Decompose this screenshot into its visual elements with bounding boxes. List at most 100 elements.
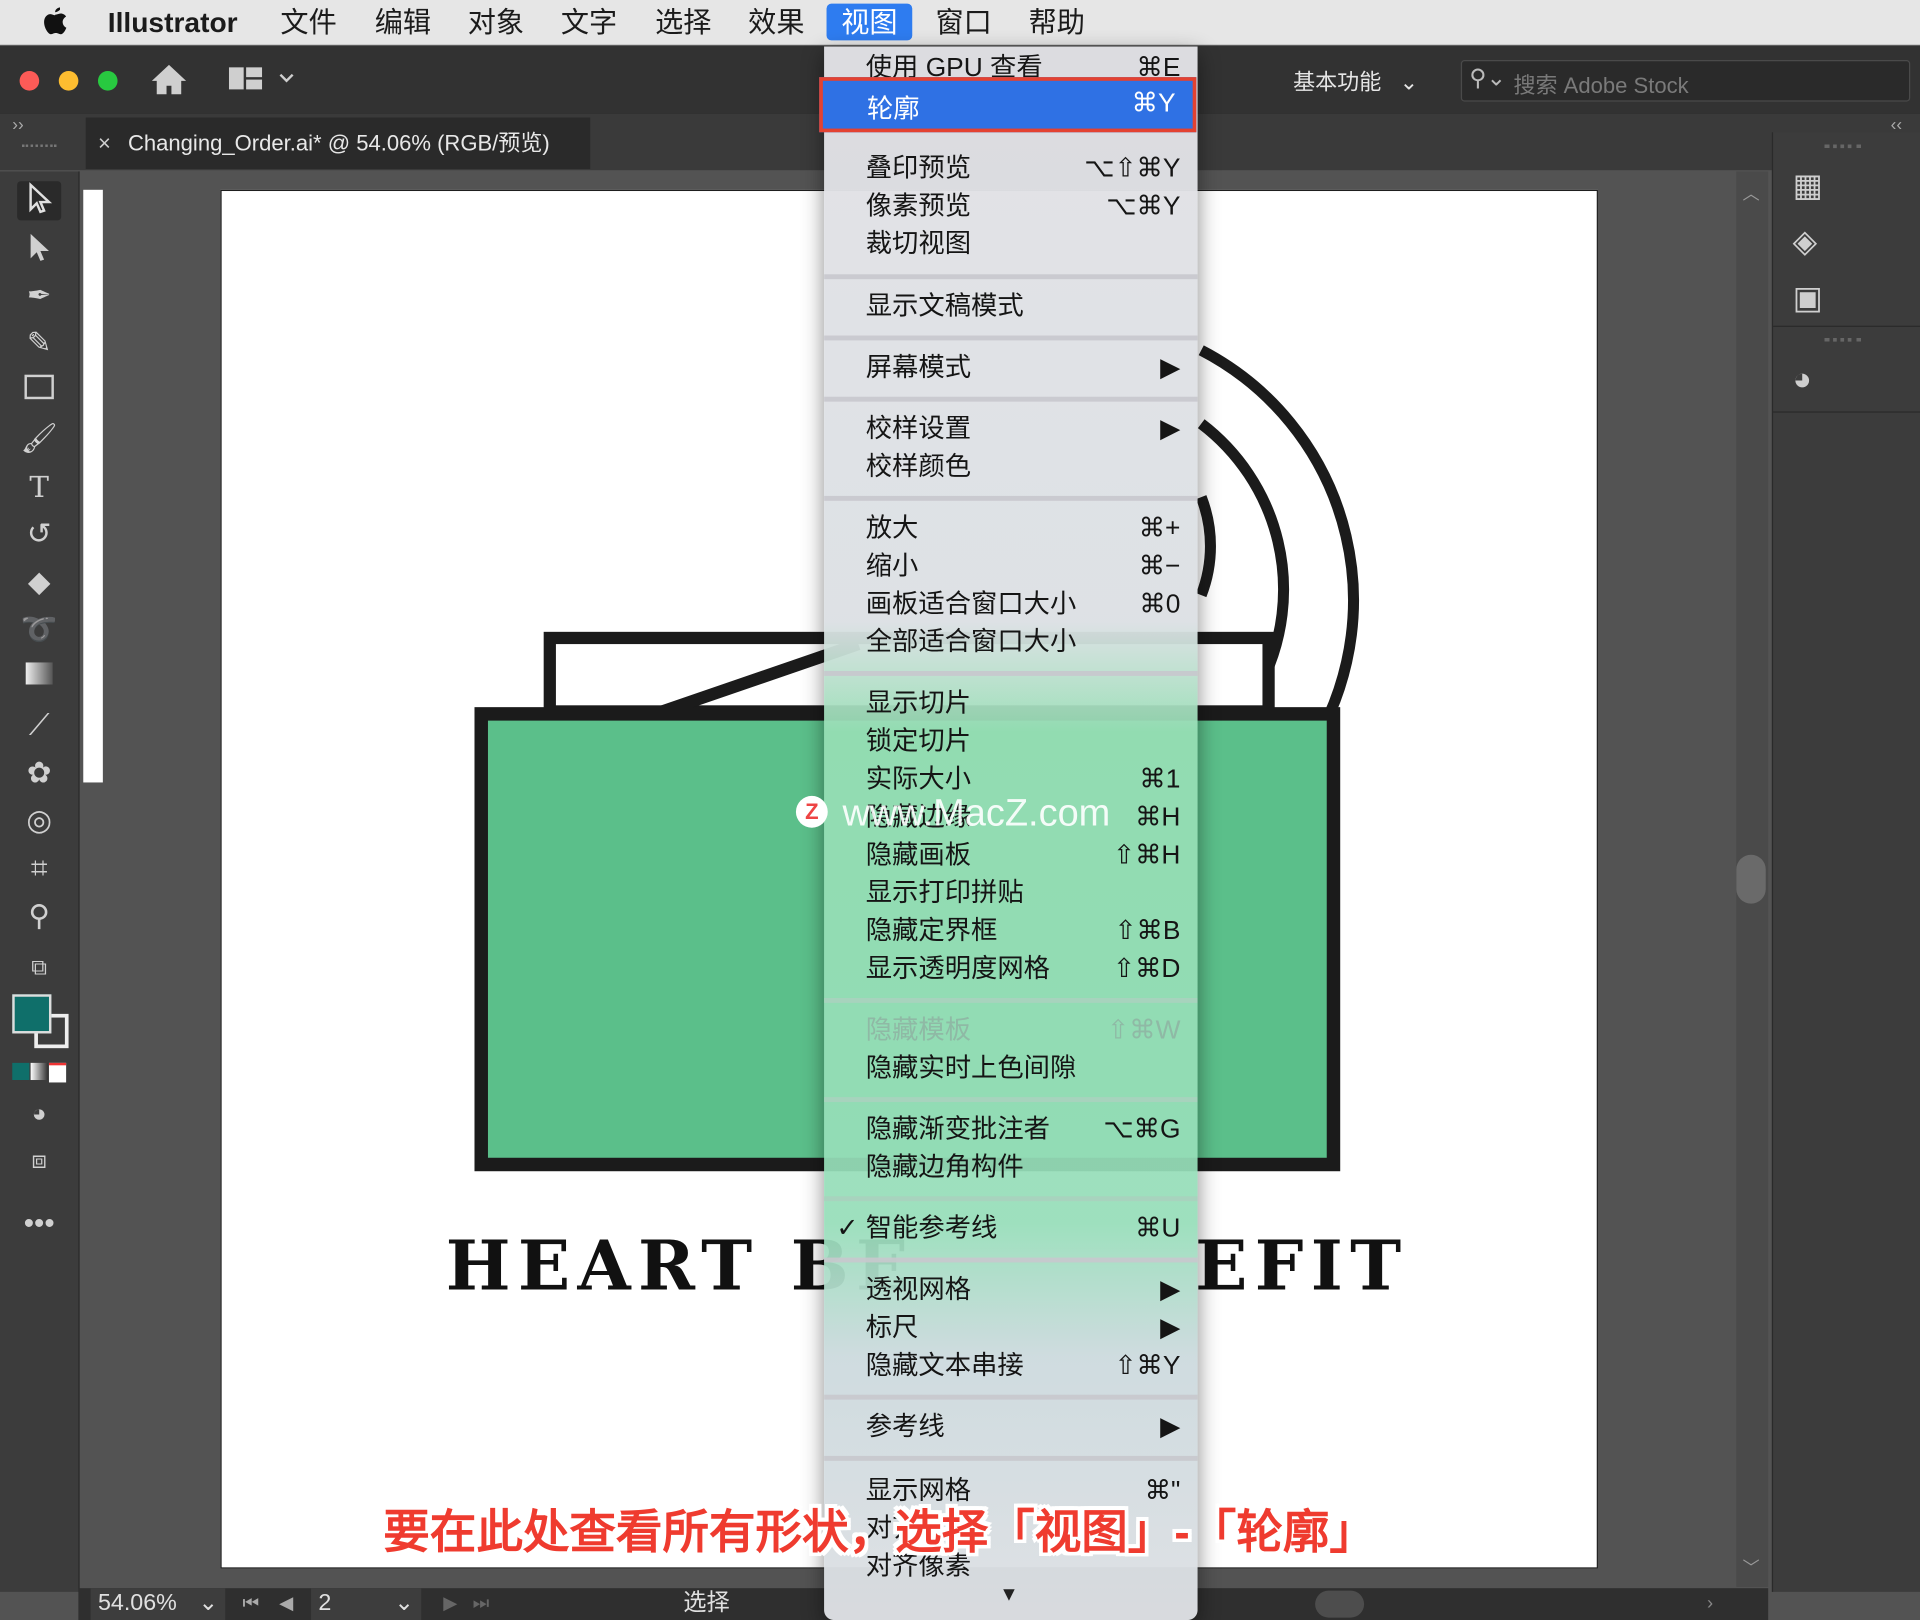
menu-item-lock-slices[interactable]: 锁定切片: [824, 722, 1197, 760]
previous-artboard-icon[interactable]: ◀: [279, 1588, 293, 1620]
menu-item-fit-all[interactable]: 全部适合窗口大小: [824, 623, 1197, 661]
zoom-window-button[interactable]: [97, 71, 118, 91]
workspace-switcher[interactable]: 基本功能 ⌄: [1293, 65, 1418, 97]
menu-item-label: 叠印预览: [865, 153, 972, 183]
eyedropper-tool-icon[interactable]: ⟋: [17, 707, 61, 746]
type-tool-icon[interactable]: T: [17, 468, 61, 507]
zoom-value: 54.06%: [97, 1590, 177, 1617]
menu-help[interactable]: 帮助: [1019, 4, 1095, 41]
menu-item-hide-live-paint-gaps[interactable]: 隐藏实时上色间隙: [824, 1049, 1197, 1087]
menu-item-show-slices[interactable]: 显示切片: [824, 684, 1197, 722]
menu-item-label: 校样设置: [865, 413, 972, 444]
menu-item-overprint-preview[interactable]: 叠印预览 ⌥⇧⌘Y: [824, 149, 1197, 187]
menu-item-label: 参考线: [865, 1411, 945, 1442]
menu-item-hide-text-threads[interactable]: 隐藏文本串接 ⇧⌘Y: [824, 1347, 1197, 1385]
menu-item-outline[interactable]: 轮廓 ⌘Y: [819, 77, 1197, 133]
expand-panels-icon[interactable]: ››: [12, 114, 23, 134]
screen-mode-icon[interactable]: ⧈: [17, 1141, 61, 1180]
menu-item-label: 显示打印拼贴: [865, 877, 1024, 908]
menu-scroll-arrow-icon[interactable]: ▼: [999, 1585, 1018, 1607]
home-icon[interactable]: [149, 62, 188, 102]
menu-item-pixel-preview[interactable]: 像素预览 ⌥⌘Y: [824, 187, 1197, 225]
libraries-panel-icon[interactable]: ▣: [1793, 279, 1823, 317]
tools-panel: ✒ ✎ 🖌 T ↺ ◆ ➰ ⟋ ✿ ◎ ⌗ ⚲ ⧉ ⤺ ◕ ⧈ •••: [0, 144, 80, 1592]
rectangle-tool-icon[interactable]: [17, 372, 61, 411]
current-tool-label: 选择: [683, 1590, 730, 1617]
swap-fill-stroke-icon[interactable]: ⧉ ⤺: [17, 948, 61, 1019]
arrange-documents-icon[interactable]: [228, 65, 301, 101]
curvature-tool-icon[interactable]: ✎: [17, 324, 61, 363]
zoom-field[interactable]: 54.06% ⌄: [90, 1588, 226, 1620]
shape-builder-tool-icon[interactable]: ◎: [17, 802, 61, 841]
last-artboard-icon[interactable]: ⏭: [473, 1588, 490, 1620]
scroll-up-icon[interactable]: ︿: [1742, 181, 1759, 205]
menu-edit[interactable]: 编辑: [365, 4, 441, 41]
first-artboard-icon[interactable]: ⏮: [242, 1588, 259, 1620]
fill-swatch[interactable]: [12, 994, 52, 1034]
menu-object[interactable]: 对象: [458, 4, 534, 41]
zoom-tool-icon[interactable]: ⚲: [17, 898, 61, 937]
close-tab-icon[interactable]: ×: [98, 131, 111, 155]
menu-effect[interactable]: 效果: [738, 4, 814, 41]
menu-item-smart-guides[interactable]: ✓ 智能参考线 ⌘U: [824, 1210, 1197, 1248]
menu-item-trim-view[interactable]: 裁切视图: [824, 225, 1197, 263]
menu-app-name[interactable]: Illustrator: [98, 4, 247, 41]
menu-item-hide-artboards[interactable]: 隐藏画板 ⇧⌘H: [824, 836, 1197, 874]
artboard-tool-icon[interactable]: ⌗: [17, 850, 61, 889]
eraser-tool-icon[interactable]: ◆: [17, 563, 61, 602]
panel-grip: [1824, 337, 1862, 342]
stock-search-field[interactable]: ⚲⌄ 搜索 Adobe Stock: [1460, 60, 1911, 102]
menu-item-show-transparency-grid[interactable]: 显示透明度网格 ⇧⌘D: [824, 950, 1197, 988]
menu-item-label: 显示文稿模式: [865, 291, 1024, 321]
menu-item-proof-colors[interactable]: 校样颜色: [824, 448, 1197, 486]
scroll-right-icon[interactable]: ›: [1707, 1588, 1713, 1620]
menu-item-zoom-out[interactable]: 缩小 ⌘−: [824, 547, 1197, 585]
layers-panel-icon[interactable]: ◈: [1793, 223, 1817, 261]
menu-window[interactable]: 窗口: [926, 4, 1002, 41]
color-mode-buttons[interactable]: [12, 1062, 67, 1083]
collapse-panels-icon[interactable]: ‹‹: [1891, 114, 1902, 134]
watermark-logo: Z: [795, 795, 828, 828]
fill-stroke-swatches[interactable]: [12, 994, 69, 1050]
artboard-number-field[interactable]: 2 ⌄: [311, 1588, 422, 1620]
menu-item-hide-gradient-annotator[interactable]: 隐藏渐变批注者 ⌥⌘G: [824, 1111, 1197, 1149]
next-artboard-icon[interactable]: ▶: [443, 1588, 457, 1620]
menu-item-label: 智能参考线: [865, 1213, 998, 1243]
menu-item-show-print-tiling[interactable]: 显示打印拼贴: [824, 874, 1197, 912]
menu-item-perspective-grid[interactable]: 透视网格 ▶: [824, 1271, 1197, 1309]
menu-type[interactable]: 文字: [551, 4, 627, 41]
gradient-tool-icon[interactable]: [17, 659, 61, 698]
horizontal-scroll-thumb[interactable]: [1315, 1590, 1365, 1618]
menu-item-hide-template: 隐藏模板 ⇧⌘W: [824, 1011, 1197, 1049]
menu-view[interactable]: 视图: [826, 3, 913, 41]
direct-selection-tool-icon[interactable]: [17, 230, 61, 269]
menu-file[interactable]: 文件: [271, 4, 347, 41]
menu-item-fit-artboard[interactable]: 画板适合窗口大小 ⌘0: [824, 585, 1197, 623]
pen-tool-icon[interactable]: ✒: [17, 277, 61, 316]
menu-item-zoom-in[interactable]: 放大 ⌘+: [824, 509, 1197, 547]
scroll-down-icon[interactable]: ﹀: [1742, 1555, 1759, 1579]
properties-panel-icon[interactable]: ▦: [1793, 167, 1823, 205]
menu-item-hide-bounding-box[interactable]: 隐藏定界框 ⇧⌘B: [824, 912, 1197, 950]
menu-item-rulers[interactable]: 标尺 ▶: [824, 1309, 1197, 1347]
menu-item-presentation-mode[interactable]: 显示文稿模式: [824, 288, 1197, 326]
vertical-scrollbar[interactable]: ︿ ﹀: [1736, 171, 1769, 1587]
scroll-thumb[interactable]: [1736, 854, 1766, 904]
selection-tool-icon[interactable]: [17, 181, 62, 221]
menu-item-proof-setup[interactable]: 校样设置 ▶: [824, 410, 1197, 448]
close-window-button[interactable]: [19, 71, 40, 91]
paintbrush-tool-icon[interactable]: 🖌: [17, 420, 61, 459]
lasso-tool-icon[interactable]: ➰: [17, 611, 61, 650]
symbol-sprayer-tool-icon[interactable]: ✿: [17, 754, 61, 793]
draw-mode-icon[interactable]: ◕: [17, 1095, 61, 1134]
document-tab[interactable]: × Changing_Order.ai* @ 54.06% (RGB/预览): [85, 117, 591, 169]
menu-select[interactable]: 选择: [645, 4, 721, 41]
more-tools-icon[interactable]: •••: [17, 1205, 61, 1244]
menu-item-screen-mode[interactable]: 屏幕模式 ▶: [824, 349, 1197, 387]
apple-icon[interactable]: [42, 5, 69, 39]
rotate-tool-icon[interactable]: ↺: [17, 516, 61, 555]
minimize-window-button[interactable]: [58, 71, 79, 91]
menu-item-hide-corner-widget[interactable]: 隐藏边角构件: [824, 1149, 1197, 1187]
menu-item-guides[interactable]: 参考线 ▶: [824, 1408, 1197, 1446]
color-guide-panel-icon[interactable]: ◕: [1793, 360, 1812, 398]
